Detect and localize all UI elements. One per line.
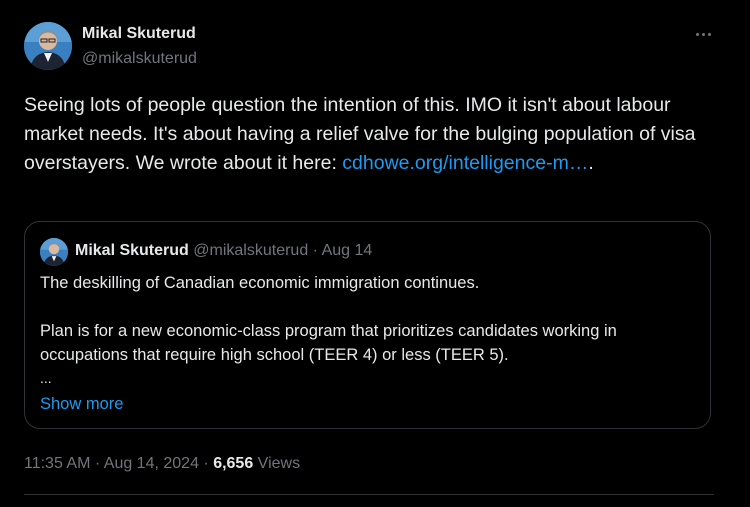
tweet-metadata: 11:35 AM · Aug 14, 2024 · 6,656 Views bbox=[24, 453, 300, 475]
quote-author-name[interactable]: Mikal Skuterud bbox=[75, 242, 189, 259]
views-label: Views bbox=[253, 455, 301, 472]
author-avatar[interactable] bbox=[24, 22, 72, 70]
meta-separator: · bbox=[198, 455, 214, 472]
quote-author-avatar[interactable] bbox=[40, 238, 68, 266]
article-link[interactable]: cdhowe.org/intelligence-m… bbox=[342, 152, 588, 174]
quote-date[interactable]: Aug 14 bbox=[322, 242, 373, 259]
tweet-time[interactable]: 11:35 AM bbox=[24, 455, 90, 472]
quoted-tweet-card[interactable]: Mikal Skuterud @mikalskuterud · Aug 14 T… bbox=[24, 221, 711, 429]
meta-separator: · bbox=[90, 455, 104, 472]
views-count: 6,656 bbox=[213, 455, 254, 472]
truncation-ellipsis: ... bbox=[40, 370, 52, 386]
tweet-suffix: . bbox=[588, 152, 594, 174]
author-handle[interactable]: @mikalskuterud bbox=[82, 49, 197, 69]
author-name[interactable]: Mikal Skuterud bbox=[82, 24, 196, 44]
quote-header: Mikal Skuterud @mikalskuterud · Aug 14 bbox=[75, 240, 372, 262]
quote-text: The deskilling of Canadian economic immi… bbox=[40, 271, 700, 367]
tweet-text: Seeing lots of people question the inten… bbox=[24, 91, 714, 178]
show-more-link[interactable]: Show more bbox=[40, 393, 123, 415]
tweet-date[interactable]: Aug 14, 2024 bbox=[104, 455, 199, 472]
tweet: Mikal Skuterud @mikalskuterud Seeing lot… bbox=[0, 0, 750, 507]
divider bbox=[24, 494, 714, 495]
quote-paragraph: The deskilling of Canadian economic immi… bbox=[40, 274, 480, 292]
quote-separator: · bbox=[308, 242, 322, 259]
more-options-button[interactable] bbox=[688, 22, 718, 46]
ellipsis-icon bbox=[695, 32, 699, 36]
quote-author-handle[interactable]: @mikalskuterud bbox=[193, 242, 308, 259]
quote-paragraph: Plan is for a new economic-class program… bbox=[40, 322, 617, 364]
